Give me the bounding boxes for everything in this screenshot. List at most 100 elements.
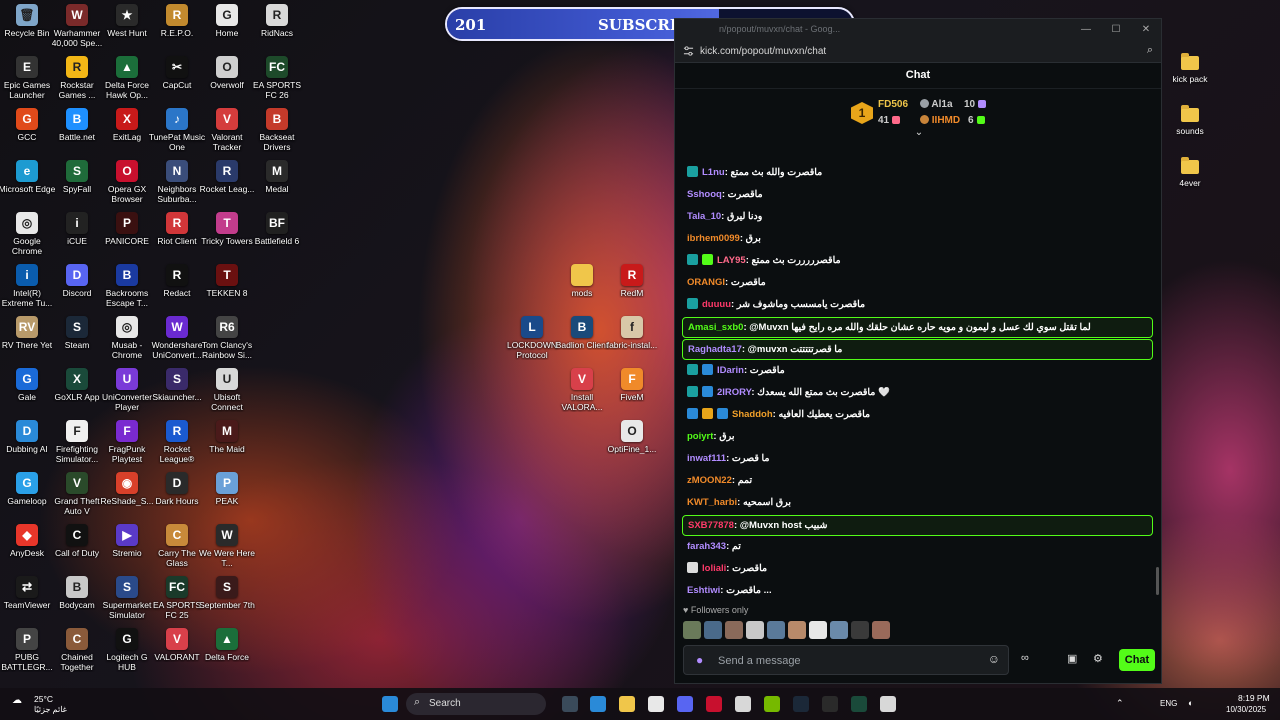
chat-username[interactable]: ibrhem0099	[687, 233, 740, 244]
zoom-icon[interactable]: ⌕	[1147, 44, 1153, 57]
desktop-icon[interactable]: FC EA SPORTS FC 25	[150, 572, 204, 624]
desktop-icon[interactable]: G GCC	[0, 104, 54, 156]
desktop-icon[interactable]: E Epic Games Launcher	[0, 52, 54, 104]
desktop-icon[interactable]: R R.E.P.O.	[150, 0, 204, 52]
emote-icon[interactable]	[872, 621, 890, 639]
desktop-icon[interactable]: B Badlion Client	[555, 312, 609, 364]
emote-icon[interactable]	[767, 621, 785, 639]
desktop-icon[interactable]: B Backseat Drivers	[250, 104, 304, 156]
desktop-icon[interactable]: V Valorant Tracker	[200, 104, 254, 156]
desktop-icon[interactable]: i iCUE	[50, 208, 104, 260]
desktop-icon[interactable]: V Grand Theft Auto V	[50, 468, 104, 520]
chat-username[interactable]: farah343	[687, 541, 726, 552]
emote-icon[interactable]	[851, 621, 869, 639]
desktop-icon[interactable]: F FragPunk Playtest	[100, 416, 154, 468]
desktop-icon[interactable]: G Home	[200, 0, 254, 52]
chat-username[interactable]: Raghadta17	[688, 344, 742, 355]
desktop-icon[interactable]: F FiveM	[605, 364, 659, 416]
desktop-icon[interactable]: O OptiFine_1...	[605, 416, 659, 468]
gift-box-icon[interactable]: ▣	[1067, 652, 1077, 665]
chat-scrollbar[interactable]	[1156, 567, 1159, 595]
desktop-icon[interactable]: f fabric-instal...	[605, 312, 659, 364]
desktop-icon[interactable]: R6 Tom Clancy's Rainbow Si...	[200, 312, 254, 364]
desktop-icon[interactable]: O Opera GX Browser	[100, 156, 154, 208]
desktop-icon[interactable]: C Chained Together	[50, 624, 104, 676]
chat-username[interactable]: zMOON22	[687, 475, 732, 486]
desktop-icon[interactable]: R RedM	[605, 260, 659, 312]
chat-username[interactable]: L1nu	[702, 167, 725, 178]
desktop-icon[interactable]: G Logitech G HUB	[100, 624, 154, 676]
discord-icon[interactable]	[677, 696, 693, 712]
site-info-icon[interactable]	[683, 45, 694, 57]
emote-icon[interactable]	[788, 621, 806, 639]
chat-username[interactable]: ORANGI	[687, 277, 725, 288]
desktop-icon[interactable]: R Rocket Leag...	[200, 156, 254, 208]
desktop-icon[interactable]: e Microsoft Edge	[0, 156, 55, 208]
desktop-icon[interactable]: G Gameloop	[0, 468, 54, 520]
desktop-icon[interactable]: C Carry The Glass	[150, 520, 204, 572]
nvidia-icon[interactable]	[764, 696, 780, 712]
desktop-icon[interactable]: ◎ Google Chrome	[0, 208, 54, 260]
emote-icon[interactable]	[830, 621, 848, 639]
desktop-icon[interactable]: ▲ Delta Force	[200, 624, 254, 676]
desktop-icon[interactable]: S Supermarket Simulator	[100, 572, 154, 624]
desktop-icon[interactable]: S Skiauncher...	[150, 364, 204, 416]
desktop-icon[interactable]: B Battle.net	[50, 104, 104, 156]
desktop-icon[interactable]: W Wondershare UniConvert...	[150, 312, 204, 364]
message-input-box[interactable]: ● ☺	[683, 645, 1009, 675]
weather-desc[interactable]: غائم جزئيًا	[34, 705, 67, 714]
desktop-icon[interactable]: D Discord	[50, 260, 104, 312]
desktop-folder[interactable]: kick pack	[1170, 53, 1210, 84]
chat-send-button[interactable]: Chat	[1119, 649, 1155, 671]
goxlr-icon[interactable]	[851, 696, 867, 712]
desktop-icon[interactable]: N Neighbors Suburba...	[150, 156, 204, 208]
obs-icon[interactable]	[735, 696, 751, 712]
close-button[interactable]: ✕	[1137, 22, 1155, 38]
network-icon[interactable]: ◐	[1188, 698, 1193, 708]
desktop-icon[interactable]: F Firefighting Simulator...	[50, 416, 104, 468]
desktop-icon[interactable]: P PEAK	[200, 468, 254, 520]
desktop-icon[interactable]: ⇄ TeamViewer	[0, 572, 54, 624]
desktop-icon[interactable]: V VALORANT	[150, 624, 204, 676]
collapse-pinned-icon[interactable]: ⌄	[912, 128, 926, 139]
emote-icon[interactable]	[746, 621, 764, 639]
desktop-icon[interactable]: L LOCKDOWN Protocol	[505, 312, 559, 364]
desktop-icon[interactable]: FC EA SPORTS FC 26	[250, 52, 304, 104]
emoji-icon[interactable]: ☺	[988, 652, 1000, 666]
chat-username[interactable]: Amasi_sxb0	[688, 322, 743, 333]
desktop-icon[interactable]: M Medal	[250, 156, 304, 208]
desktop-icon[interactable]: W We Were Here T...	[199, 520, 255, 572]
microphone-icon[interactable]: ●	[696, 653, 703, 667]
desktop-icon[interactable]: ✂ CapCut	[150, 52, 204, 104]
chat-username[interactable]: loliali	[702, 563, 726, 574]
desktop-icon[interactable]: U Ubisoft Connect	[200, 364, 254, 416]
desktop-icon[interactable]: ♪ TunePat Music One	[149, 104, 205, 156]
clock-time[interactable]: 8:19 PM	[1238, 693, 1270, 703]
desktop-icon[interactable]: S September 7th	[199, 572, 255, 624]
taskbar-search[interactable]: ⌕ Search	[406, 693, 546, 715]
desktop-icon[interactable]: RV RV There Yet	[0, 312, 54, 364]
opera-icon[interactable]	[706, 696, 722, 712]
file-explorer-icon[interactable]	[562, 696, 578, 712]
desktop-icon[interactable]: R Riot Client	[150, 208, 204, 260]
chat-username[interactable]: duuuu	[702, 299, 731, 310]
weather-temp[interactable]: 25°C	[34, 694, 53, 704]
desktop-icon[interactable]: ◉ ReShade_S...	[100, 468, 154, 520]
desktop-icon[interactable]: ★ West Hunt	[100, 0, 154, 52]
chat-username[interactable]: 2IRORY	[717, 387, 751, 398]
start-icon[interactable]	[382, 696, 398, 712]
chat-username[interactable]: Sshooq	[687, 189, 722, 200]
address-bar[interactable]: kick.com/popout/muvxn/chat ⌕	[675, 41, 1161, 63]
desktop-icon[interactable]: T TEKKEN 8	[200, 260, 254, 312]
desktop-icon[interactable]: BF Battlefield 6	[250, 208, 304, 260]
chat-username[interactable]: LAY95	[717, 255, 746, 266]
desktop-folder[interactable]: 4ever	[1170, 157, 1210, 188]
tray-chevron-icon[interactable]: ⌃	[1116, 698, 1124, 709]
desktop-icon[interactable]: ▲ Delta Force Hawk Op...	[100, 52, 154, 104]
settings-app-icon[interactable]	[880, 696, 896, 712]
language-indicator[interactable]: ENG	[1160, 699, 1177, 708]
desktop-icon[interactable]: R RidNacs	[250, 0, 304, 52]
desktop-icon[interactable]: C Call of Duty	[50, 520, 104, 572]
logitech-icon[interactable]	[822, 696, 838, 712]
emote-icon[interactable]	[725, 621, 743, 639]
